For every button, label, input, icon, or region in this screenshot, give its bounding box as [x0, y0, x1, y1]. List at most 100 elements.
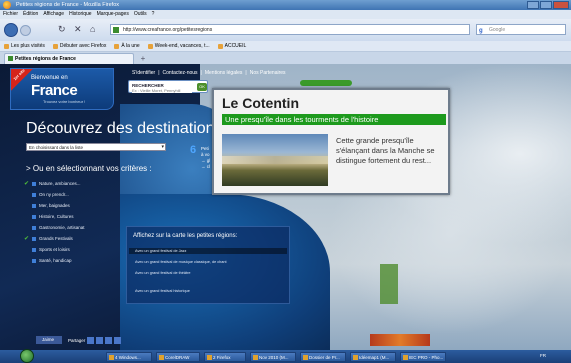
menu-marque-pages[interactable]: Marque-pages — [97, 10, 129, 19]
link-partenaires[interactable]: Nos Partenaires — [250, 70, 286, 76]
link-contact[interactable]: Contactez-nous — [163, 70, 198, 76]
reload-icon[interactable]: ↻ — [58, 24, 66, 35]
firefox-icon — [3, 1, 11, 9]
criteria-item[interactable]: On ny prendr... — [32, 192, 69, 197]
criteria-item[interactable]: Histoire, Cultures — [32, 214, 74, 219]
url-text: http://www.creafrance.org/petitesregions — [123, 27, 213, 33]
count-link[interactable]: → cl — [201, 164, 210, 170]
tab-petites-regions[interactable]: Petites régions de France — [4, 53, 134, 64]
bookmark-item[interactable]: À la une — [114, 41, 140, 51]
home-icon[interactable]: ⌂ — [90, 24, 95, 35]
taskbar-item[interactable]: IEC PRO - Pho... — [400, 352, 446, 362]
criteria-item[interactable]: ✔ Grands Festivals — [24, 236, 73, 242]
bookmark-item[interactable]: Débuter avec Firefox — [52, 41, 106, 51]
stop-icon[interactable]: ✕ — [74, 24, 82, 35]
page-title: Découvrez des destinations — [26, 120, 223, 137]
menu-historique[interactable]: Historique — [69, 10, 92, 19]
criteria-label: Nature, ambiances... — [39, 181, 81, 186]
menu-affichage[interactable]: Affichage — [43, 10, 64, 19]
facebook-icon[interactable] — [87, 337, 95, 344]
bullet-icon — [32, 192, 36, 197]
bookmark-item[interactable]: Week-end, vacances, t... — [147, 41, 210, 51]
tab-favicon — [8, 56, 13, 61]
taskbar-label: IEC PRO - Pho... — [409, 355, 444, 360]
separator: | — [245, 70, 247, 76]
bookmark-icon — [147, 43, 153, 49]
taskbar-item[interactable]: 4 Windows... — [106, 352, 152, 362]
bookmark-icon — [217, 43, 223, 49]
close-button[interactable] — [553, 1, 569, 9]
map-region-highlight[interactable] — [380, 264, 398, 304]
link-mentions[interactable]: Mentions légales — [205, 70, 243, 76]
menu-outils[interactable]: Outils — [134, 10, 147, 19]
taskbar-item[interactable]: Idéemap1 (M... — [350, 352, 396, 362]
criteria-label: Mer, baignades — [39, 203, 70, 208]
facebook-like-button[interactable]: Jaime — [36, 336, 62, 344]
bullet-icon — [32, 181, 36, 186]
site-logo[interactable]: 1er site Bienvenue en France Trouvez vot… — [10, 68, 114, 110]
minimize-button[interactable] — [527, 1, 539, 9]
criteria-item[interactable]: Santé, handicap — [32, 258, 72, 263]
search-bar[interactable]: g Google — [476, 24, 566, 35]
maximize-button[interactable] — [540, 1, 552, 9]
map-filter-option[interactable]: Avec un grand festival historique — [135, 289, 190, 293]
site-search-input[interactable]: Ex : Vieille Moret, Pennyhill — [132, 88, 192, 93]
site-favicon — [113, 27, 119, 33]
url-bar[interactable]: http://www.creafrance.org/petitesregions — [110, 24, 470, 35]
criteria-item[interactable]: ✔ Nature, ambiances... — [24, 181, 81, 187]
taskbar-item[interactable]: CorelDRAW — [156, 352, 200, 362]
criteria-label: Grands Festivals — [39, 236, 73, 241]
bookmarks-toolbar: Les plus visités Débuter avec Firefox À … — [0, 41, 571, 52]
language-indicator[interactable]: FR — [540, 353, 546, 358]
email-icon[interactable] — [105, 337, 113, 344]
menu-fichier[interactable]: Fichier — [3, 10, 18, 19]
twitter-icon[interactable] — [96, 337, 104, 344]
destination-select[interactable]: En choisissant dans la liste ▾ — [26, 143, 166, 151]
criteria-item[interactable]: Sports et loisirs — [32, 247, 70, 252]
bookmark-icon — [4, 43, 9, 49]
start-button[interactable] — [20, 349, 34, 363]
map-filter-option[interactable]: Avec un grand festival de théâtre — [135, 271, 190, 275]
back-button[interactable] — [4, 23, 18, 37]
taskbar-label: 2 Firefox — [213, 355, 231, 360]
region-count: 6 — [190, 144, 197, 156]
criteria-label: On ny prendr... — [39, 192, 69, 197]
taskbar-item[interactable]: 2 Firefox — [204, 352, 246, 362]
map-filter-option[interactable]: Avec un grand festival de musique classi… — [135, 260, 227, 264]
navigation-toolbar: ↻ ✕ ⌂ http://www.creafrance.org/petitesr… — [0, 19, 571, 41]
taskbar-item[interactable]: Dossier de Pr... — [300, 352, 346, 362]
bullet-icon — [32, 225, 36, 230]
taskbar-label: 4 Windows... — [115, 355, 141, 360]
map-filter-option[interactable]: Avec un grand festival de Jazz — [135, 249, 186, 253]
window-icon — [109, 355, 114, 360]
region-popup[interactable]: Le Cotentin Une presqu'île dans les tour… — [212, 88, 450, 195]
taskbar-label: Nov 2010 (M... — [259, 355, 289, 360]
criteria-heading: > Ou en sélectionnant vos critères : — [26, 164, 152, 173]
search-ok-button[interactable]: OK — [197, 83, 207, 91]
criteria-item[interactable]: Gastronomie, artisanat — [32, 225, 85, 230]
site-search-box: RECHERCHER Ex : Vieille Moret, Pennyhill — [128, 80, 208, 93]
menu-help[interactable]: ? — [152, 10, 155, 19]
photoshop-icon — [403, 355, 408, 360]
bookmark-item[interactable]: Les plus visités — [4, 41, 45, 51]
share-label: Partager — [68, 338, 86, 343]
taskbar-label: CorelDRAW — [165, 355, 190, 360]
separator: | — [158, 70, 160, 76]
taskbar-label: Idéemap1 (M... — [359, 355, 390, 360]
menu-edition[interactable]: Édition — [23, 10, 38, 19]
bookmark-item[interactable]: ACCUEIL — [217, 41, 246, 51]
bookmark-icon — [52, 43, 58, 49]
new-tab-button[interactable]: + — [137, 54, 149, 63]
map-filter-panel: Affichez sur la carte les petites région… — [126, 226, 290, 304]
bullet-icon — [32, 258, 36, 263]
forward-button[interactable] — [20, 25, 31, 36]
link-identifier[interactable]: S'identifier — [132, 70, 155, 76]
criteria-item[interactable]: Mer, baignades — [32, 203, 70, 208]
share-bar: Partager — [68, 337, 122, 344]
taskbar-item[interactable]: Nov 2010 (M... — [250, 352, 296, 362]
print-icon[interactable] — [114, 337, 122, 344]
web-page: 1er site Bienvenue en France Trouvez vot… — [0, 64, 571, 350]
map-region-pyrenees[interactable] — [370, 334, 430, 346]
criteria-label: Sports et loisirs — [39, 247, 70, 252]
photo-horizon — [222, 156, 328, 164]
